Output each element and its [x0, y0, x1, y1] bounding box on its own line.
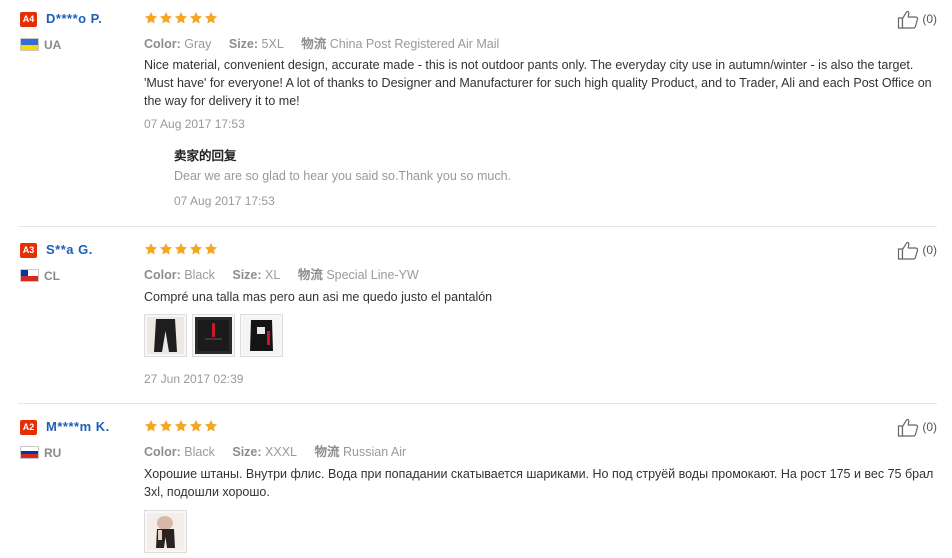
order-info: Color: Gray Size: 5XL 物流 China Post Regi… [144, 33, 499, 52]
star-rating [144, 242, 218, 256]
country-flag-icon [20, 446, 39, 459]
review-photos [144, 314, 283, 357]
shipping-value: Special Line-YW [326, 268, 419, 282]
star-icon [204, 11, 218, 25]
color-label: Color: [144, 268, 181, 282]
thumbs-up-icon[interactable] [897, 9, 919, 29]
size-value: 5XL [261, 37, 284, 51]
buyer-level-badge: A3 [20, 243, 37, 258]
shipping-label: 物流 [297, 268, 323, 282]
thumbs-up-icon[interactable] [897, 240, 919, 260]
star-rating [144, 419, 218, 433]
country-code: UA [44, 38, 62, 52]
star-icon [204, 242, 218, 256]
helpful-count: (0) [922, 12, 937, 26]
star-rating [144, 11, 218, 25]
review-photo-thumbnail[interactable] [144, 510, 187, 553]
helpful-button[interactable]: (0) [897, 9, 937, 29]
review-photo-thumbnail[interactable] [144, 314, 187, 357]
star-icon [144, 242, 158, 256]
size-label: Size: [228, 37, 259, 51]
star-icon [144, 11, 158, 25]
review-text: Compré una talla mas pero aun asi me que… [144, 290, 493, 304]
review-divider [18, 226, 937, 227]
star-icon [159, 11, 173, 25]
review-photo-thumbnail[interactable] [240, 314, 283, 357]
thumbs-up-icon[interactable] [897, 417, 919, 437]
country-flag-icon [20, 38, 39, 51]
seller-reply-date: 07 Aug 2017 17:53 [174, 194, 275, 208]
star-icon [204, 419, 218, 433]
star-icon [189, 11, 203, 25]
color-label: Color: [144, 445, 181, 459]
review-text: Nice material, convenient design, accura… [144, 58, 932, 108]
review-item: A4 D****o P. UA (0) Color: Gray Size: 5X… [18, 0, 937, 226]
color-value: Black [184, 268, 215, 282]
review-divider [18, 403, 937, 404]
reviewer-name[interactable]: D****o P. [46, 11, 102, 26]
order-info: Color: Black Size: XL 物流 Special Line-YW [144, 264, 419, 283]
country-code: RU [44, 446, 62, 460]
color-value: Black [184, 445, 215, 459]
buyer-level-badge: A2 [20, 420, 37, 435]
size-label: Size: [232, 268, 262, 282]
country-code: CL [44, 269, 60, 283]
buyer-level-badge: A4 [20, 12, 37, 27]
helpful-button[interactable]: (0) [897, 417, 937, 437]
color-value: Gray [184, 37, 212, 51]
reviewer-name[interactable]: M****m K. [46, 419, 110, 434]
star-icon [189, 419, 203, 433]
shipping-label: 物流 [301, 37, 327, 51]
review-photo-thumbnail[interactable] [192, 314, 235, 357]
helpful-button[interactable]: (0) [897, 240, 937, 260]
size-label: Size: [232, 445, 262, 459]
order-info: Color: Black Size: XXXL 物流 Russian Air [144, 441, 406, 460]
seller-reply-title: 卖家的回复 [174, 149, 237, 163]
shipping-value: China Post Registered Air Mail [329, 37, 500, 51]
helpful-count: (0) [922, 420, 937, 434]
star-icon [159, 242, 173, 256]
review-date: 27 Jun 2017 02:39 [144, 372, 244, 386]
star-icon [174, 419, 188, 433]
star-icon [159, 419, 173, 433]
review-photos [144, 510, 187, 553]
star-icon [189, 242, 203, 256]
star-icon [144, 419, 158, 433]
review-text: Хорошие штаны. Внутри флис. Вода при поп… [144, 467, 934, 499]
country-flag-icon [20, 269, 39, 282]
helpful-count: (0) [922, 243, 937, 257]
seller-reply-text: Dear we are so glad to hear you said so.… [174, 169, 511, 183]
shipping-label: 物流 [314, 445, 340, 459]
shipping-value: Russian Air [342, 445, 407, 459]
review-item: A3 S**a G. CL (0) Color: Black Size: XL … [18, 231, 937, 403]
star-icon [174, 11, 188, 25]
star-icon [174, 242, 188, 256]
review-item: A2 M****m K. RU (0) Color: Black Size: X… [18, 408, 937, 558]
size-value: XXXL [265, 445, 297, 459]
size-value: XL [265, 268, 281, 282]
reviewer-name[interactable]: S**a G. [46, 242, 93, 257]
review-date: 07 Aug 2017 17:53 [144, 117, 245, 131]
color-label: Color: [144, 37, 181, 51]
